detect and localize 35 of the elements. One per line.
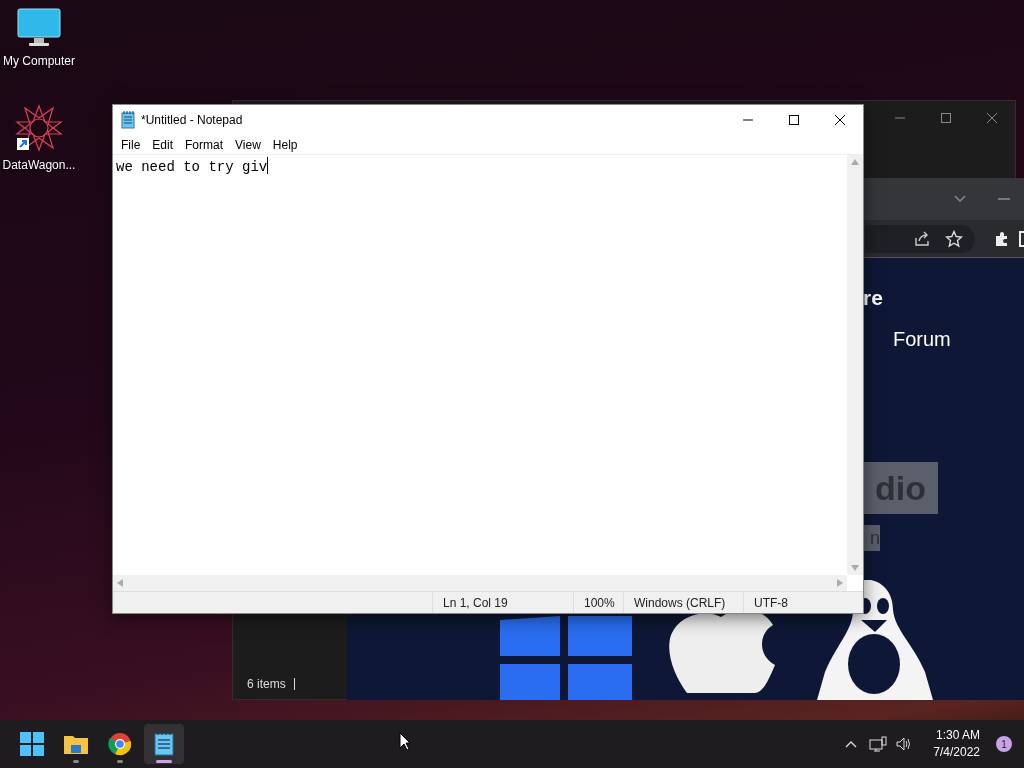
four-squares-icon	[20, 732, 44, 756]
star-icon[interactable]	[945, 229, 963, 248]
folder-icon	[63, 733, 89, 755]
round-logo-icon	[108, 732, 132, 756]
status-text: 6 items	[247, 676, 286, 693]
menu-item[interactable]: View	[229, 135, 267, 154]
computer-icon[interactable]	[17, 8, 61, 48]
status-text: UTF-8	[754, 594, 788, 612]
notepad-icon	[121, 111, 135, 129]
menu-item[interactable]: File	[115, 135, 147, 154]
share-icon[interactable]	[913, 229, 931, 248]
clock-button[interactable]: 1:30 AM 7/4/2022	[929, 727, 984, 761]
status-text: Windows (CRLF)	[634, 594, 726, 612]
menu-item[interactable]: Help	[266, 135, 304, 154]
address-bar[interactable]	[865, 224, 975, 253]
notification-badge[interactable]: 1	[996, 736, 1012, 752]
status-text: 100%	[584, 594, 615, 612]
menu-item[interactable]: Format	[179, 135, 230, 154]
mouse-pointer-icon	[399, 732, 411, 751]
star-shortcut-icon[interactable]	[15, 104, 63, 152]
notepad-icon	[154, 732, 174, 756]
menu-item[interactable]: Edit	[146, 135, 180, 154]
status-text: Ln 1, Col 19	[443, 594, 508, 612]
notepad-button[interactable]	[144, 724, 184, 764]
close-icon[interactable]	[834, 114, 846, 126]
desktop-icon-label[interactable]: My Computer	[3, 52, 75, 70]
forum-link[interactable]: Forum	[893, 329, 951, 349]
network-icon[interactable]	[869, 736, 888, 752]
editor-text[interactable]: we need to try giv	[116, 157, 268, 178]
chevron-up-icon[interactable]	[845, 740, 858, 748]
desktop-icon-label[interactable]: DataWagon...	[2, 156, 76, 174]
window-title: *Untitled - Notepad	[141, 112, 243, 129]
maximize-icon[interactable]	[788, 114, 800, 126]
heading-text: re	[863, 287, 883, 308]
chevron-down-icon[interactable]	[953, 194, 967, 204]
